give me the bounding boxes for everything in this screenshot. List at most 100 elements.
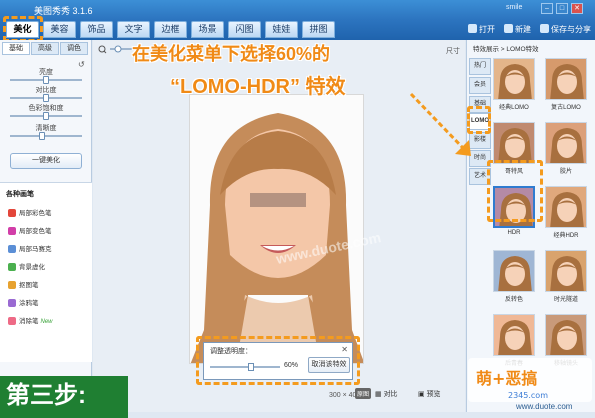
tab-flash[interactable]: 闪图: [228, 21, 261, 38]
effect-thumb[interactable]: [545, 122, 587, 164]
brush-icon: [8, 227, 16, 235]
photo-canvas[interactable]: [189, 94, 364, 364]
menu-bar: 美化 美容 饰品 文字 边框 场景 闪图 娃娃 拼图 打开 新建 保存与分享: [0, 20, 595, 40]
tutorial-caption-line1: 在美化菜单下选择60%的: [132, 44, 331, 64]
tab-collage[interactable]: 拼图: [302, 21, 335, 38]
compare-label: 对比: [383, 391, 398, 398]
brightness-slider[interactable]: [10, 76, 82, 84]
highlight-opacity-dialog: [196, 336, 360, 385]
saturation-knob[interactable]: [43, 112, 49, 120]
mosaic-icon: [8, 245, 16, 253]
folder-icon: [468, 24, 477, 33]
close-icon[interactable]: ✕: [571, 3, 583, 14]
brush-label: 局部彩色笔: [19, 210, 52, 217]
effect-thumb-label: 时光隧道: [553, 297, 578, 303]
effect-thumb[interactable]: [545, 186, 587, 228]
effect-thumb[interactable]: [493, 122, 535, 164]
effect-thumb-label: 经典LOMO: [499, 105, 529, 111]
user-name[interactable]: smile: [506, 4, 522, 11]
brightness-knob[interactable]: [43, 76, 49, 84]
effect-thumb[interactable]: [545, 58, 587, 100]
tutorial-caption-line2: “LOMO-HDR” 特效: [170, 76, 346, 98]
title-bar: 美图秀秀 3.1.6 smile – □ ✕: [0, 0, 595, 20]
thumb-face-image: [546, 59, 586, 99]
effect-thumb[interactable]: [493, 314, 535, 356]
site-logo: 萌+恶搞 2345.com: [468, 358, 592, 402]
subtab-advanced[interactable]: 高级: [31, 42, 59, 55]
brush-label: 消除笔: [19, 318, 39, 325]
thumb-face-image: [494, 315, 534, 355]
brush-background-blur[interactable]: 背景虚化: [8, 261, 45, 271]
site-url: www.duote.com: [516, 402, 573, 411]
open-label: 打开: [479, 25, 495, 34]
brushes-title: 各种画笔: [6, 191, 34, 198]
thumb-face-image: [546, 315, 586, 355]
tab-text[interactable]: 文字: [117, 21, 150, 38]
effect-thumb-label: 胶片: [559, 169, 572, 175]
subtab-color[interactable]: 调色: [60, 42, 88, 55]
logo-text: 萌+恶搞: [476, 369, 537, 388]
effect-thumb[interactable]: [493, 58, 535, 100]
brush-local-recolor[interactable]: 局部变色笔: [8, 225, 52, 235]
brush-section: 各种画笔 局部彩色笔 局部变色笔 局部马赛克 背景虚化 抠图笔 涂鸦笔 消除笔 N…: [0, 182, 92, 362]
preview-button[interactable]: ▣ 预览: [418, 389, 441, 399]
effect-thumb[interactable]: [493, 250, 535, 292]
arrow-icon: [409, 92, 471, 156]
brush-label: 抠图笔: [19, 282, 39, 289]
sharpness-label: 清晰度: [35, 125, 57, 132]
sharpness-slider[interactable]: [10, 132, 82, 140]
brush-doodle[interactable]: 涂鸦笔: [8, 297, 39, 307]
size-label: 尺寸: [446, 48, 460, 55]
tab-accessories[interactable]: 饰品: [80, 21, 113, 38]
one-click-label: 一键美化: [32, 157, 60, 164]
save-share-label: 保存与分享: [551, 25, 591, 34]
blur-icon: [8, 263, 16, 271]
brush-local-color[interactable]: 局部彩色笔: [8, 207, 52, 217]
eraser-icon: [8, 317, 16, 325]
one-click-beautify-button[interactable]: 一键美化: [10, 153, 82, 169]
effect-thumb[interactable]: [545, 314, 587, 356]
effect-thumb-label: HDR: [507, 230, 521, 236]
highlight-hdr-thumb: [487, 160, 543, 222]
maximize-icon[interactable]: □: [556, 3, 568, 14]
effect-thumb[interactable]: [545, 250, 587, 292]
new-badge: New: [40, 319, 53, 325]
portrait-image: [190, 95, 363, 363]
thumb-face-image: [494, 59, 534, 99]
tab-beauty[interactable]: 美容: [43, 21, 76, 38]
sharpness-knob[interactable]: [39, 132, 45, 140]
thumb-face-image: [546, 187, 586, 227]
brush-eraser[interactable]: 消除笔 New: [8, 315, 53, 325]
tab-scene[interactable]: 场景: [191, 21, 224, 38]
open-button[interactable]: 打开: [468, 24, 495, 35]
saturation-slider[interactable]: [10, 112, 82, 120]
step-badge: 第三步:: [0, 376, 128, 418]
new-button[interactable]: 新建: [504, 24, 531, 35]
tab-doll[interactable]: 娃娃: [265, 21, 298, 38]
minimize-icon[interactable]: –: [541, 3, 553, 14]
app-title: 美图秀秀 3.1.6: [34, 6, 93, 16]
contrast-slider[interactable]: [10, 94, 82, 102]
thumb-face-image: [546, 251, 586, 291]
tab-frame[interactable]: 边框: [154, 21, 187, 38]
effect-thumb-label: 复古LOMO: [551, 105, 581, 111]
left-panel: 基础 高级 调色 ↺ 亮度 对比度 色彩饱和度 清晰度 一键美化 各种画笔 局部…: [0, 40, 92, 412]
brush-label: 局部变色笔: [19, 228, 52, 235]
brush-icon: [8, 209, 16, 217]
brush-label: 背景虚化: [19, 264, 45, 271]
category-hot[interactable]: 热门: [469, 58, 491, 75]
brush-label: 涂鸦笔: [19, 300, 39, 307]
contrast-knob[interactable]: [43, 94, 49, 102]
brush-mosaic[interactable]: 局部马赛克: [8, 243, 52, 253]
original-size-button[interactable]: 原图: [355, 388, 372, 399]
thumb-face-image: [546, 123, 586, 163]
save-icon: [540, 24, 549, 33]
effect-thumb-label: 经典HDR: [553, 233, 579, 239]
new-label: 新建: [515, 25, 531, 34]
preview-label: 预览: [426, 391, 441, 398]
highlight-beautify-tab: [3, 16, 43, 42]
save-share-button[interactable]: 保存与分享: [540, 24, 591, 35]
compare-button[interactable]: ▦ 对比: [375, 389, 398, 399]
subtab-basic[interactable]: 基础: [2, 42, 30, 55]
brush-cutout[interactable]: 抠图笔: [8, 279, 39, 289]
